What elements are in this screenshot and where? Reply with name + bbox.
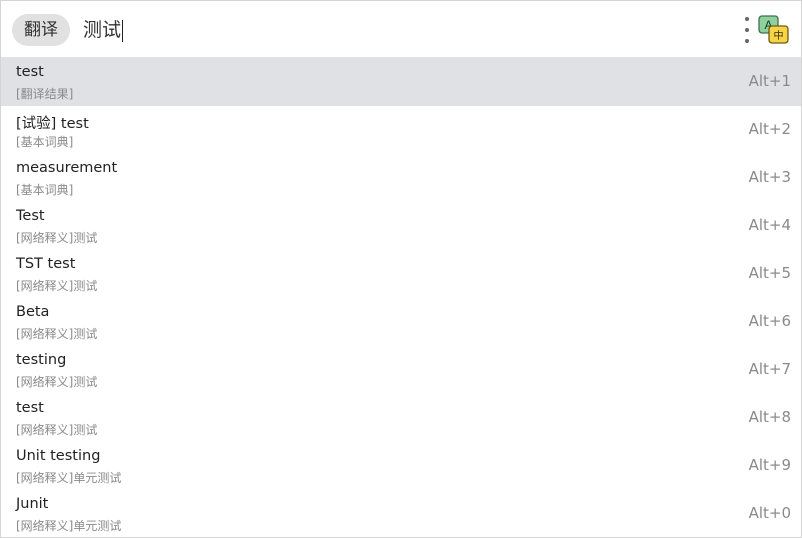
search-query-text: 测试 (83, 19, 122, 41)
result-row[interactable]: measurement [基本词典] Alt+3 (1, 154, 801, 202)
result-title: test (16, 64, 44, 80)
mode-chip-translate[interactable]: 翻译 (12, 14, 70, 46)
result-title: Junit (16, 496, 49, 512)
search-bar: 翻译 测试 A 中 (1, 1, 801, 58)
result-shortcut: Alt+9 (748, 456, 791, 474)
result-shortcut: Alt+7 (748, 360, 791, 378)
result-shortcut: Alt+1 (748, 72, 791, 90)
results-list: test [翻译结果] Alt+1 [试验] test [基本词典] Alt+2… (1, 58, 801, 537)
result-title: TST test (16, 256, 76, 272)
search-input[interactable]: 测试 (83, 14, 124, 46)
result-row[interactable]: Junit [网络释义]单元测试 Alt+0 (1, 490, 801, 537)
translate-icon[interactable]: A 中 (758, 15, 790, 45)
result-title: test (16, 400, 44, 416)
text-caret (122, 19, 124, 42)
result-row[interactable]: testing [网络释义]测试 Alt+7 (1, 346, 801, 394)
result-subtitle: [网络释义]测试 (16, 327, 98, 341)
result-title: Beta (16, 304, 50, 320)
result-subtitle: [网络释义]单元测试 (16, 471, 122, 485)
result-shortcut: Alt+2 (748, 120, 791, 138)
result-row[interactable]: Beta [网络释义]测试 Alt+6 (1, 298, 801, 346)
result-subtitle: [基本词典] (16, 135, 74, 149)
result-subtitle: [网络释义]单元测试 (16, 519, 122, 533)
result-shortcut: Alt+6 (748, 312, 791, 330)
result-shortcut: Alt+4 (748, 216, 791, 234)
result-subtitle: [网络释义]测试 (16, 231, 98, 245)
result-subtitle: [网络释义]测试 (16, 375, 98, 389)
translate-icon-zh: 中 (774, 29, 784, 42)
result-shortcut: Alt+0 (748, 504, 791, 522)
result-row[interactable]: [试验] test [基本词典] Alt+2 (1, 106, 801, 154)
result-row[interactable]: test [网络释义]测试 Alt+8 (1, 394, 801, 442)
more-vertical-icon[interactable] (743, 17, 751, 43)
result-shortcut: Alt+3 (748, 168, 791, 186)
result-row[interactable]: test [翻译结果] Alt+1 (1, 58, 801, 106)
result-shortcut: Alt+8 (748, 408, 791, 426)
result-row[interactable]: Unit testing [网络释义]单元测试 Alt+9 (1, 442, 801, 490)
result-title: [试验] test (16, 116, 89, 132)
result-subtitle: [网络释义]测试 (16, 423, 98, 437)
result-subtitle: [基本词典] (16, 183, 74, 197)
result-title: measurement (16, 160, 118, 176)
result-subtitle: [网络释义]测试 (16, 279, 98, 293)
result-subtitle: [翻译结果] (16, 87, 74, 101)
result-title: Unit testing (16, 448, 101, 464)
translation-popup: 翻译 测试 A 中 test [翻译结果] Alt+1 [试验] test [基… (0, 0, 802, 538)
result-shortcut: Alt+5 (748, 264, 791, 282)
result-row[interactable]: TST test [网络释义]测试 Alt+5 (1, 250, 801, 298)
result-title: testing (16, 352, 67, 368)
result-row[interactable]: Test [网络释义]测试 Alt+4 (1, 202, 801, 250)
result-title: Test (16, 208, 45, 224)
